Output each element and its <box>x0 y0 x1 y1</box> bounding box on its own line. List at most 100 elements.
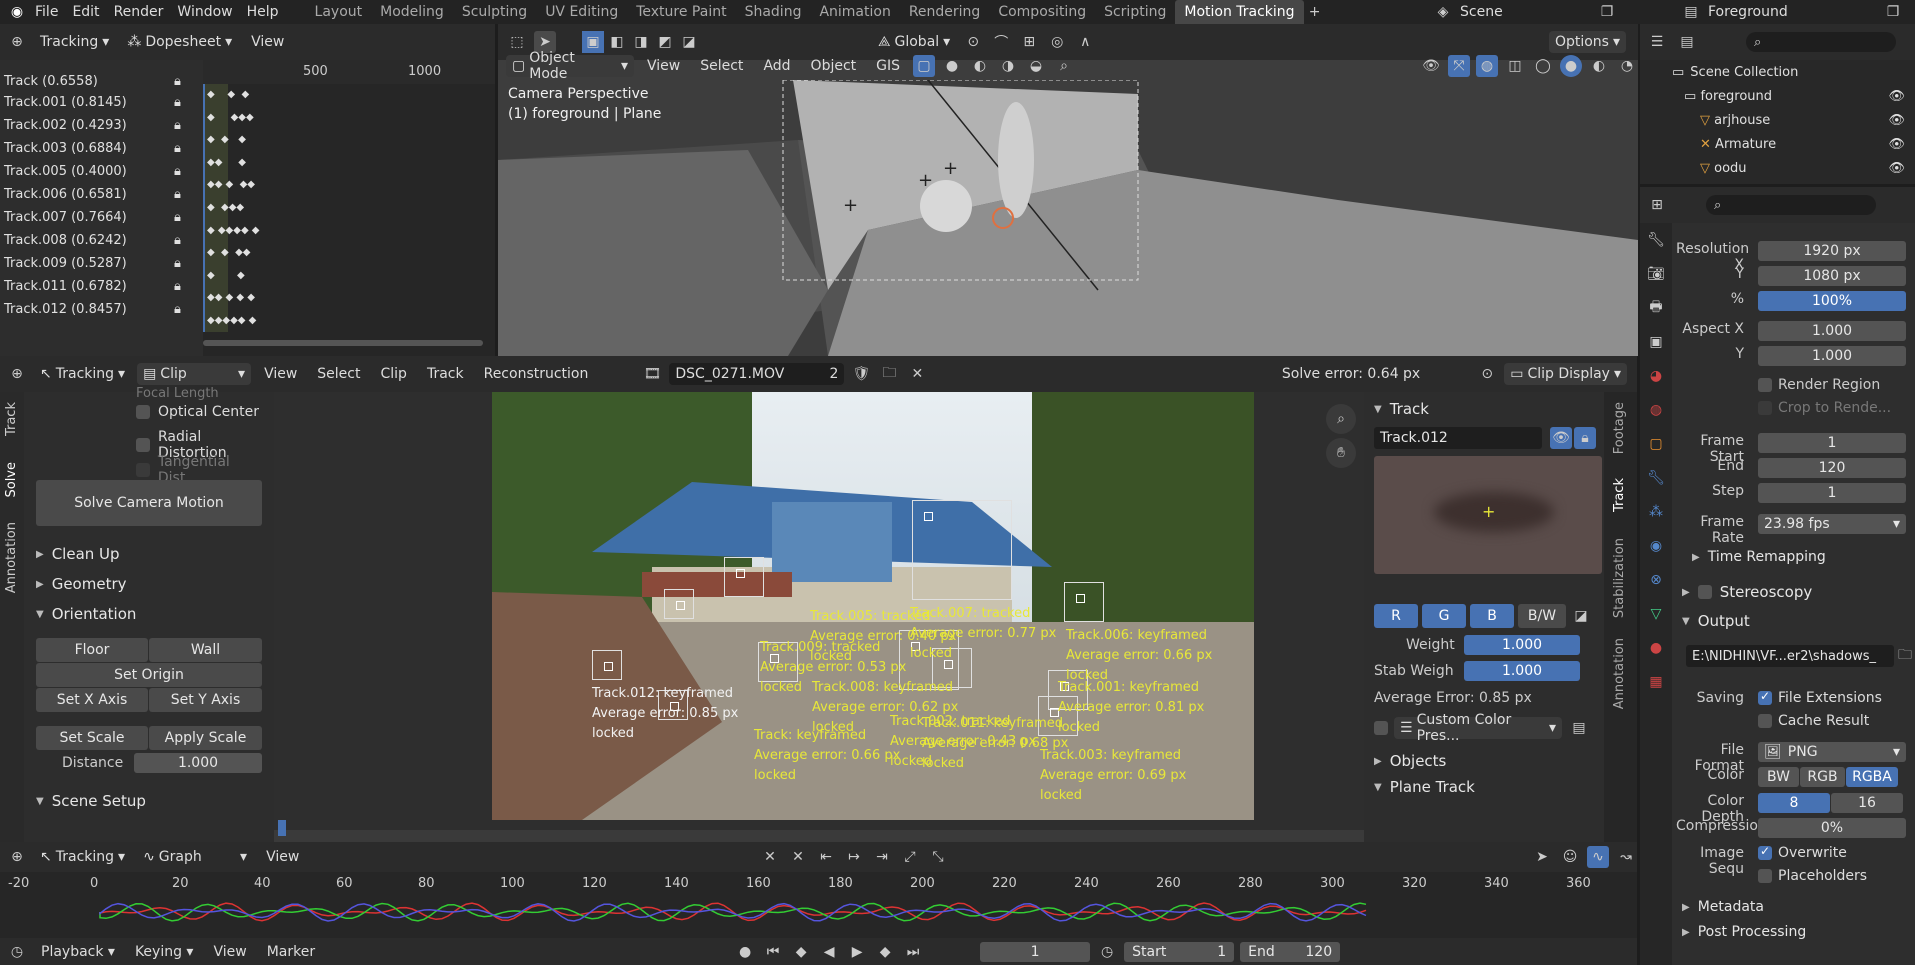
set-y-axis-button[interactable]: Set Y Axis <box>149 688 262 712</box>
output-path-field[interactable]: E:\NIDHIN\VF...er2\shadows_ <box>1686 645 1894 667</box>
new-view-layer-icon[interactable]: ❐ <box>1882 1 1904 23</box>
timeline-menu-playback[interactable]: Playback ▾ <box>34 944 122 960</box>
viewport-menu-add[interactable]: Add <box>756 58 797 74</box>
eye-icon[interactable]: 👁︎ <box>1888 137 1905 152</box>
prev-keyframe-icon[interactable]: ◆ <box>790 941 812 963</box>
clip-view[interactable]: Track.012: keyframed Average error: 0.85 … <box>274 392 1364 842</box>
folder-icon[interactable]: 🗀︎ <box>1894 645 1915 667</box>
tab-track-side[interactable]: Track <box>1612 478 1627 512</box>
lock-icon[interactable]: 🔒︎ <box>174 118 181 133</box>
tab-solve[interactable]: Solve <box>4 462 19 498</box>
lock-icon[interactable]: 🔒︎ <box>174 210 181 225</box>
post-processing-section[interactable]: ▶ Post Processing <box>1682 924 1806 940</box>
vp-shading-icon[interactable]: ● <box>941 55 963 77</box>
track-channel[interactable]: Track.012 (0.8457) 🔒︎ <box>0 298 203 321</box>
movie-clip-icon[interactable]: 🎞︎ <box>641 363 663 385</box>
clip-cache-bar[interactable] <box>274 830 1364 842</box>
tab-animation[interactable]: Animation <box>810 0 899 24</box>
graph-tool-icon[interactable]: ↦ <box>843 846 865 868</box>
lock-icon[interactable]: 🔒︎ <box>174 141 181 156</box>
track-marker[interactable] <box>724 557 764 597</box>
track-channel[interactable]: Track (0.6558) 🔒︎ <box>0 72 203 91</box>
constraint-tab-icon[interactable]: ⊗ <box>1645 569 1667 591</box>
checkbox[interactable] <box>1758 378 1772 392</box>
graph-tool-icon[interactable]: ⇥ <box>871 846 893 868</box>
open-folder-icon[interactable]: 🗀︎ <box>878 363 900 385</box>
editor-type-icon[interactable]: ⊕ <box>6 31 28 53</box>
menu-file[interactable]: File <box>28 0 65 24</box>
tab-compositing[interactable]: Compositing <box>989 0 1095 24</box>
3d-viewport[interactable]: ⬚ ➤ ▣ ◧ ◨ ◩ ◪ ⟁ Global ▾ ⊙ ⌒ ⊞ ◎ ∧ Options ▾ ▢ O… <box>498 24 1638 356</box>
lock-icon[interactable]: 🔒︎ <box>174 256 181 271</box>
graph-ghost-icon[interactable]: ☺ <box>1559 846 1581 868</box>
timeline-menu-view[interactable]: View <box>206 944 253 960</box>
clip-menu-clip[interactable]: Clip <box>374 366 414 382</box>
set-origin-button[interactable]: Set Origin <box>36 663 262 687</box>
graph-area[interactable]: -20 0 20 40 60 80 100 120 140 160 180 200 220 240 260 2… <box>0 872 1637 938</box>
geometry-section[interactable]: ▶ Geometry <box>36 575 127 593</box>
xray-icon[interactable]: ◫ <box>1504 55 1526 77</box>
outliner-item-arjhouse[interactable]: ▽ arjhouse 👁︎ <box>1640 108 1915 132</box>
cache-result-checkbox[interactable]: Cache Result <box>1758 713 1869 729</box>
track-channel[interactable]: Track.001 (0.8145) 🔒︎ <box>0 91 203 114</box>
object-tab-icon[interactable]: ▢ <box>1645 433 1667 455</box>
snap-icon[interactable]: ⌒ <box>990 31 1012 53</box>
timeline-editor-type-icon[interactable]: ◷ <box>6 941 28 963</box>
clip-file-field[interactable]: DSC_0271.MOV 2 <box>669 363 845 385</box>
scene-collection-row[interactable]: ▭ Scene Collection <box>1640 60 1915 84</box>
tab-track[interactable]: Track <box>4 402 19 436</box>
menu-edit[interactable]: Edit <box>65 0 106 24</box>
depth-16-button[interactable]: 16 <box>1831 793 1903 813</box>
blender-logo-icon[interactable]: ◉ <box>6 1 28 23</box>
track-channel[interactable]: Track.003 (0.6884) 🔒︎ <box>0 137 203 160</box>
channel-bw-button[interactable]: B/W <box>1518 604 1566 628</box>
scene-name[interactable]: Scene <box>1460 4 1590 20</box>
unlink-icon[interactable]: ✕ <box>906 363 928 385</box>
viewport-scene[interactable]: + + + <box>498 80 1638 356</box>
material-tab-icon[interactable]: ● <box>1645 637 1667 659</box>
track-channel[interactable]: Track.009 (0.5287) 🔒︎ <box>0 252 203 275</box>
data-tab-icon[interactable]: ▽ <box>1645 603 1667 625</box>
graph-tool-icon[interactable]: ✕ <box>787 846 809 868</box>
solve-camera-motion-button[interactable]: Solve Camera Motion <box>36 480 262 526</box>
transform-orientation-select[interactable]: ⟁ Global ▾ <box>872 31 956 53</box>
clip-menu-select[interactable]: Select <box>310 366 367 382</box>
graph-tool-icon[interactable]: ⇤ <box>815 846 837 868</box>
channel-g-button[interactable]: G <box>1422 604 1466 628</box>
output-tab-icon[interactable]: 🖶︎ <box>1645 297 1667 319</box>
dopesheet-mode-select[interactable]: Tracking ▾ <box>34 31 115 53</box>
viewport-editor-type-icon[interactable]: ⬚ <box>506 31 528 53</box>
graph-tool-icon[interactable]: ⤡ <box>927 846 949 868</box>
fake-user-icon[interactable]: 🛡︎ <box>850 363 872 385</box>
vp-search-icon[interactable]: ⌕ <box>1053 55 1075 77</box>
weight-field[interactable]: 1.000 <box>1464 635 1580 655</box>
clean-up-section[interactable]: ▶ Clean Up <box>36 545 120 563</box>
display-mode-icon[interactable]: ▤ <box>1676 31 1698 53</box>
dopesheet-keyframe-area[interactable]: 500 1000 ◆ ◆ ◆ ◆ ◆◆◆ ◆ ◆ ◆ ◆◆ ◆ ◆◆ ◆ ◆◆ ◆ ◆◆◆… <box>203 60 495 356</box>
particles-tab-icon[interactable]: ⁂ <box>1645 501 1667 523</box>
eye-icon[interactable]: 👁︎ <box>1888 161 1905 176</box>
pivot-icon[interactable]: ⊙ <box>962 31 984 53</box>
lock-icon[interactable]: 🔒︎ <box>174 164 181 179</box>
tab-sculpting[interactable]: Sculpting <box>453 0 536 24</box>
solid-shading-icon[interactable]: ● <box>1560 55 1582 77</box>
lock-icon[interactable]: 🔒︎ <box>174 279 181 294</box>
tab-rendering[interactable]: Rendering <box>900 0 990 24</box>
resolution-y-field[interactable]: 1080 px <box>1758 266 1906 286</box>
clip-menu-reconstruction[interactable]: Reconstruction <box>477 366 596 382</box>
graph-tool-icon[interactable]: ✕ <box>759 846 781 868</box>
mode-subtract-icon[interactable]: ◨ <box>630 31 652 53</box>
checkbox[interactable] <box>1697 585 1712 599</box>
mode-intersect-icon[interactable]: ◪ <box>678 31 700 53</box>
new-scene-icon[interactable]: ❐ <box>1596 1 1618 23</box>
viewport-options-button[interactable]: Options ▾ <box>1548 31 1626 53</box>
clip-display-button[interactable]: ▭ Clip Display ▾ <box>1504 363 1627 385</box>
gizmo-icon[interactable]: ⤧ <box>1448 55 1470 77</box>
start-frame-field[interactable]: Start 1 <box>1124 941 1235 962</box>
refine-optical-center[interactable]: Optical Center <box>136 404 259 420</box>
file-extensions-checkbox[interactable]: File Extensions <box>1758 689 1882 706</box>
checkbox[interactable] <box>136 405 150 419</box>
current-frame-field[interactable]: 1 <box>980 941 1091 962</box>
checkbox[interactable] <box>1758 689 1772 705</box>
track-marker[interactable] <box>664 589 694 619</box>
